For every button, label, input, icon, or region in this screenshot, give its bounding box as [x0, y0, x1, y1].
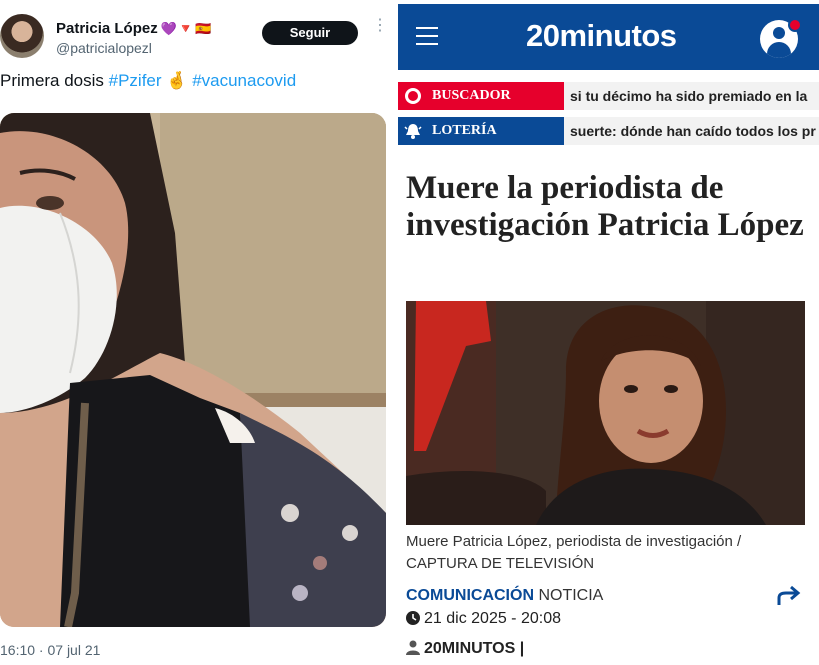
tweet-panel: Patricia López 💜🔻🇪🇸 @patricialopezl Segui…: [0, 0, 392, 665]
publish-date: 21 dic 2025 - 20:08: [406, 610, 561, 628]
more-options-icon[interactable]: ⋮: [372, 18, 388, 34]
ticker-row-loteria[interactable]: LOTERÍA suerte: dónde han caído todos lo…: [398, 117, 819, 145]
article-type: NOTICIA: [538, 587, 604, 604]
record-icon: [405, 88, 421, 104]
article-author: 20MINUTOS |: [406, 640, 524, 658]
notification-dot: [788, 18, 802, 32]
tweet-timestamp[interactable]: 16:10 · 07 jul 21: [0, 642, 100, 658]
name-emojis: 💜🔻🇪🇸: [160, 21, 213, 36]
news-panel: 20minutos BUSCADOR si tu décimo ha sido …: [398, 0, 819, 665]
hashtag-link[interactable]: #Pzifer: [109, 71, 162, 90]
tv-capture-illustration: [406, 301, 805, 525]
display-name[interactable]: Patricia López 💜🔻🇪🇸: [56, 20, 212, 37]
ticker-label[interactable]: BUSCADOR: [398, 82, 564, 110]
ticker-label[interactable]: LOTERÍA: [398, 117, 564, 145]
article-meta: COMUNICACIÓN NOTICIA: [406, 587, 603, 605]
article-photo[interactable]: [406, 301, 805, 525]
ticker-row-buscador[interactable]: BUSCADOR si tu décimo ha sido premiado e…: [398, 82, 819, 110]
hashtag-link[interactable]: #vacunacovid: [192, 71, 296, 90]
person-icon: [406, 640, 420, 655]
follow-button[interactable]: Seguir: [262, 21, 358, 45]
author-text[interactable]: 20MINUTOS |: [424, 640, 524, 657]
ticker-text[interactable]: si tu décimo ha sido premiado en la: [570, 82, 819, 110]
publish-date-text: 21 dic 2025 - 20:08: [424, 610, 561, 627]
ticker-label-text: BUSCADOR: [432, 88, 511, 103]
user-handle[interactable]: @patricialopezl: [56, 40, 152, 56]
site-logo[interactable]: 20minutos: [526, 18, 677, 54]
menu-icon[interactable]: [416, 27, 438, 45]
share-icon[interactable]: [776, 585, 802, 607]
ticker-label-text: LOTERÍA: [432, 123, 497, 138]
tweet-photo[interactable]: [0, 113, 386, 627]
article-headline: Muere la periodista de investigación Pat…: [406, 170, 804, 243]
ticker-text[interactable]: suerte: dónde han caído todos los pr: [570, 117, 819, 145]
selfie-photo-illustration: [0, 113, 386, 627]
photo-caption: Muere Patricia López, periodista de inve…: [406, 533, 742, 572]
section-link[interactable]: COMUNICACIÓN: [406, 587, 534, 604]
clock-icon: [406, 611, 420, 625]
display-name-text[interactable]: Patricia López: [56, 20, 158, 37]
bell-icon: [404, 124, 422, 139]
avatar[interactable]: [0, 14, 44, 58]
tweet-text-plain: Primera dosis: [0, 71, 109, 90]
crossed-fingers-emoji: 🤞: [161, 71, 188, 90]
tweet-text: Primera dosis #Pzifer 🤞 #vacunacovid: [0, 71, 296, 91]
site-header: 20minutos: [398, 4, 819, 70]
